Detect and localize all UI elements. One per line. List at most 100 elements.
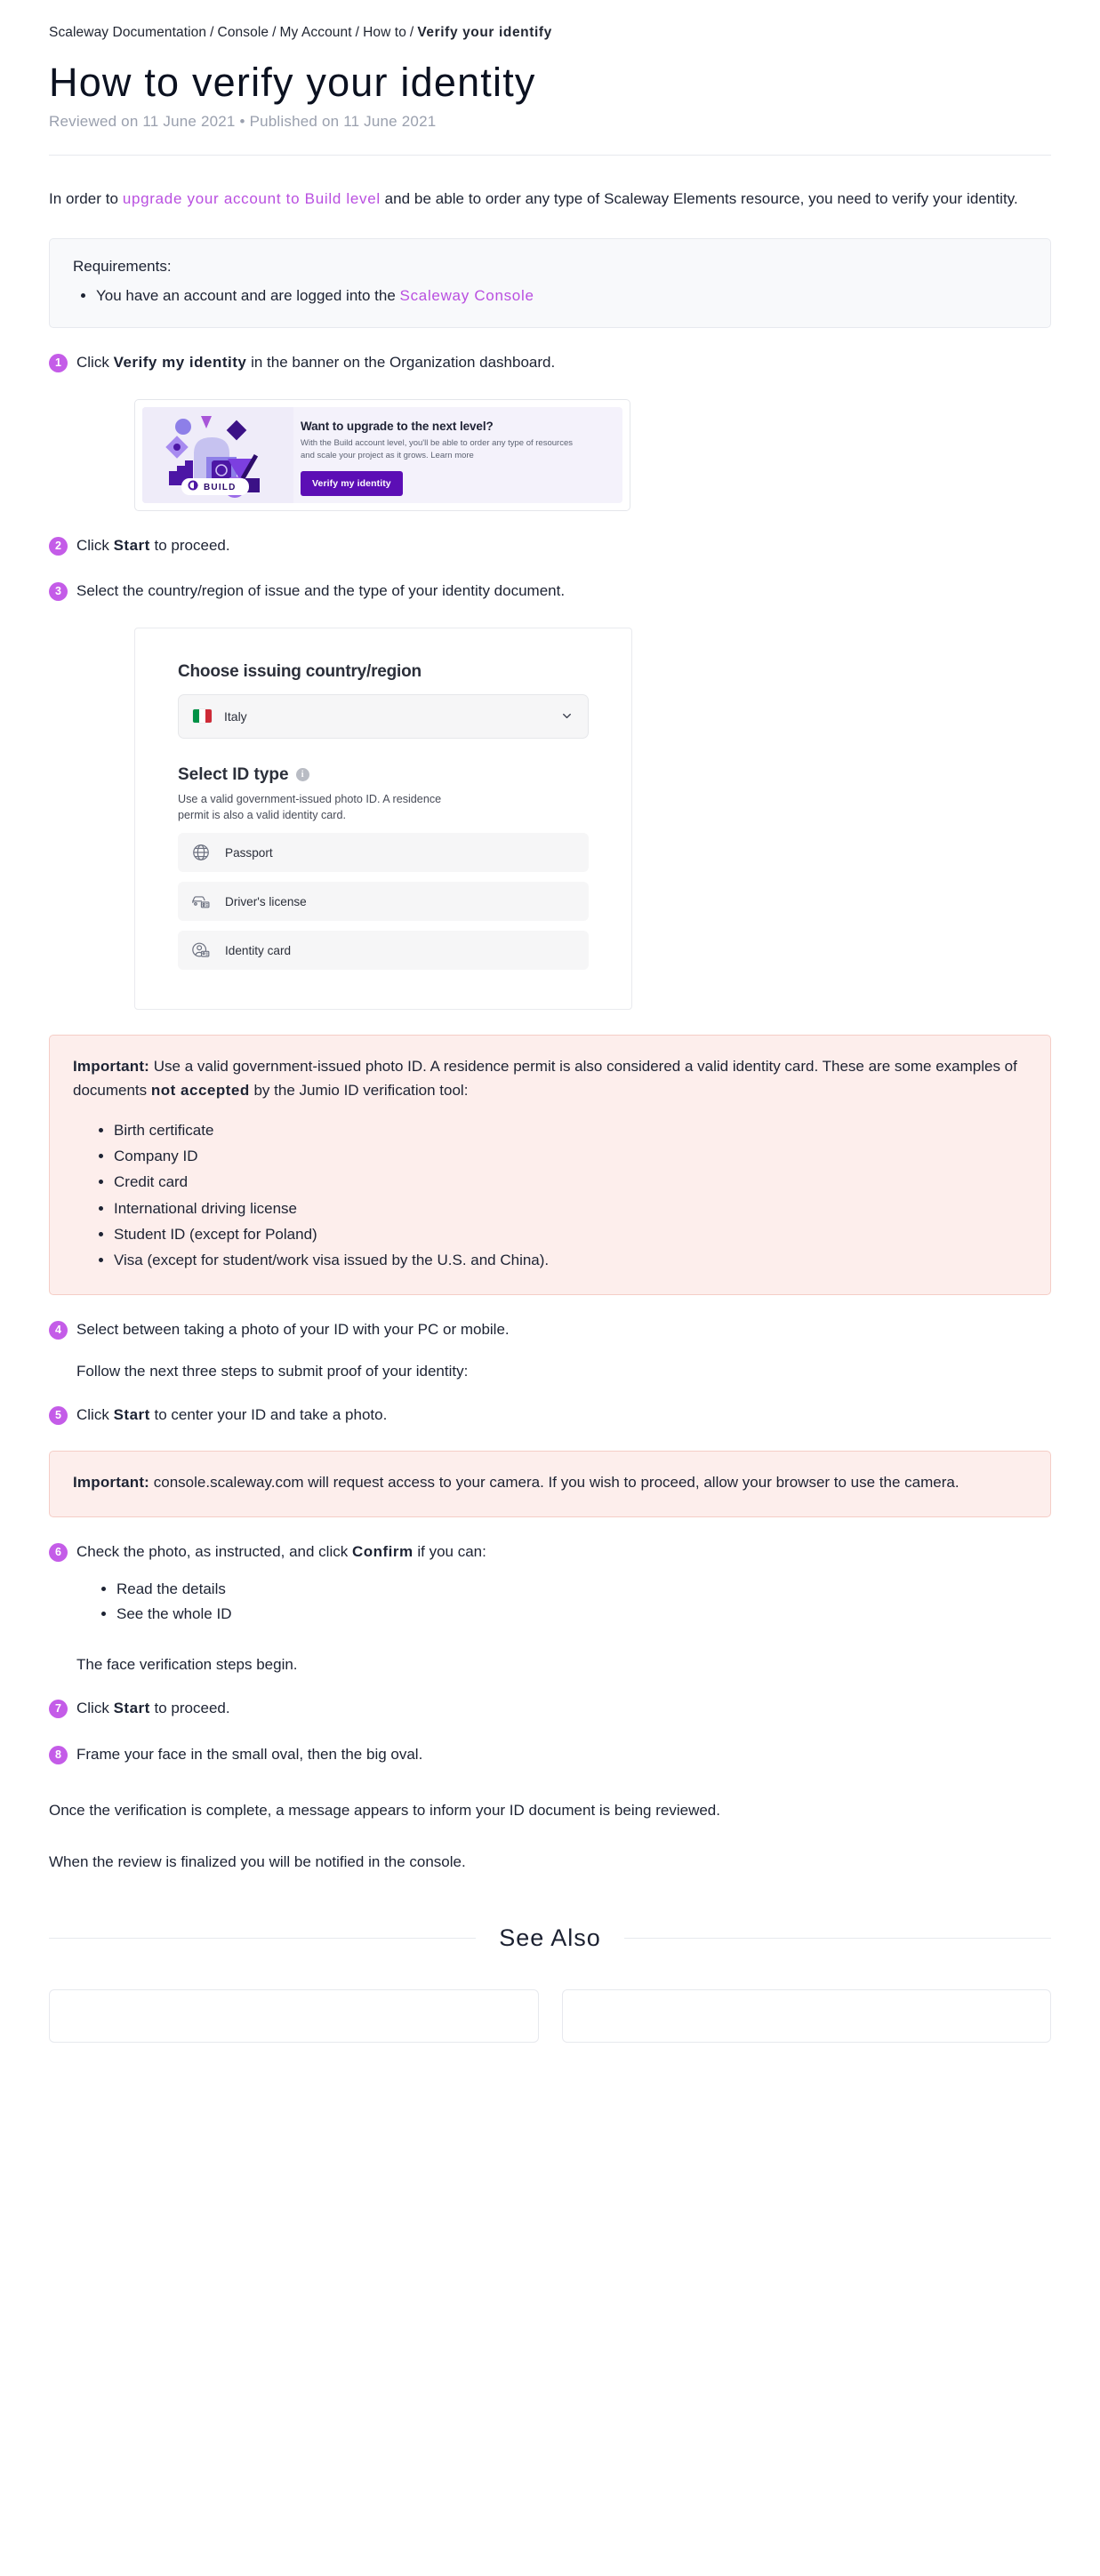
id-verification-screenshot: Choose issuing country/region Italy Sele… — [134, 627, 632, 1011]
step-1-before: Click — [76, 354, 114, 372]
step-6-text: Check the photo, as instructed, and clic… — [76, 1540, 486, 1564]
breadcrumb-item-documentation[interactable]: Scaleway Documentation — [49, 25, 206, 40]
step-7-bold: Start — [113, 1700, 150, 1717]
list-item: Birth certificate — [114, 1117, 1027, 1143]
see-also-divider-left — [49, 1938, 477, 1940]
step-3: 3 Select the country/region of issue and… — [49, 580, 1051, 603]
callout-documents-text: Important: Use a valid government-issued… — [73, 1055, 1027, 1102]
follow-steps-note: Follow the next three steps to submit pr… — [76, 1362, 469, 1380]
list-item: Credit card — [114, 1169, 1027, 1195]
breadcrumb-separator: / — [355, 25, 360, 40]
step-6-before: Check the photo, as instructed, and clic… — [76, 1542, 352, 1560]
step-5: 5 Click Start to center your ID and take… — [49, 1404, 1051, 1427]
see-also-header: See Also — [49, 1924, 1052, 1952]
breadcrumb: Scaleway Documentation / Console / My Accoun… — [49, 0, 1051, 41]
step-number-badge: 1 — [49, 354, 68, 373]
step-6-after: if you can: — [413, 1542, 486, 1560]
step-3-text: Select the country/region of issue and t… — [76, 582, 566, 600]
step-2: 2 Click Start to proceed. — [49, 534, 1051, 557]
documentation-page: Scaleway Documentation / Console / My Accoun… — [0, 0, 1100, 2576]
face-verification-note: The face verification steps begin. — [76, 1656, 298, 1674]
breadcrumb-item-my-account[interactable]: My Account — [280, 25, 352, 40]
step-7-text: Click Start to proceed. — [76, 1697, 230, 1720]
closing-paragraph-1: Once the verification is complete, a mes… — [49, 1802, 720, 1820]
italy-flag-icon — [193, 709, 212, 724]
step-number-badge: 3 — [49, 582, 68, 602]
see-also-card[interactable] — [561, 1989, 1051, 2044]
intro-text-before: In order to — [49, 190, 123, 208]
callout-label: Important: — [73, 1058, 150, 1076]
requirements-item-text: You have an account and are logged into … — [96, 286, 400, 304]
select-id-type-label: Select ID type — [178, 764, 289, 784]
id-option-label: Driver's license — [225, 894, 307, 908]
step-number-badge: 4 — [49, 1321, 68, 1340]
breadcrumb-separator: / — [210, 25, 214, 40]
step-2-text: Click Start to proceed. — [76, 534, 230, 557]
step-5-after: to center your ID and take a photo. — [149, 1405, 388, 1423]
callout-label: Important: — [73, 1474, 150, 1492]
country-select[interactable]: Italy — [178, 693, 589, 739]
page-title: How to verify your identity — [49, 60, 536, 105]
breadcrumb-item-current: Verify your identify — [417, 25, 552, 40]
step-2-before: Click — [76, 536, 114, 554]
svg-text:BUILD: BUILD — [204, 483, 237, 492]
upgrade-banner-screenshot: BUILD Want to upgrade to the next level?… — [134, 398, 630, 511]
id-option-label: Passport — [225, 845, 273, 860]
list-item: See the whole ID — [116, 1602, 1051, 1627]
breadcrumb-separator: / — [409, 25, 414, 40]
callout-camera-text: Important: console.scaleway.com will req… — [73, 1471, 1027, 1494]
requirements-item: You have an account and are logged into … — [96, 284, 1027, 308]
identity-card-icon — [192, 942, 210, 957]
step-1-after: in the banner on the Organization dashbo… — [246, 354, 556, 372]
step-number-badge: 6 — [49, 1542, 68, 1562]
requirements-title: Requirements: — [73, 257, 172, 275]
banner-inner: BUILD Want to upgrade to the next level?… — [142, 406, 622, 503]
banner-illustration: BUILD — [142, 406, 293, 503]
see-also-card[interactable] — [49, 1989, 539, 2044]
step-2-bold: Start — [113, 536, 150, 554]
callout-documents-not-accepted: Important: Use a valid government-issued… — [49, 1035, 1051, 1296]
verify-my-identity-button[interactable]: Verify my identity — [301, 471, 403, 497]
scaleway-console-link[interactable]: Scaleway Console — [400, 287, 534, 304]
page-meta-dates: Reviewed on 11 June 2021 • Published on … — [49, 113, 437, 131]
step-4-text: Select between taking a photo of your ID… — [76, 1321, 510, 1339]
step-7-before: Click — [76, 1700, 114, 1717]
breadcrumb-item-how-to[interactable]: How to — [363, 25, 406, 40]
breadcrumb-item-console[interactable]: Console — [218, 25, 269, 40]
step-2-after: to proceed. — [149, 536, 230, 554]
step-number-badge: 8 — [49, 1745, 68, 1764]
step-1: 1 Click Verify my identity in the banner… — [49, 351, 1051, 374]
requirements-list: You have an account and are logged into … — [73, 284, 1027, 308]
step-number-badge: 5 — [49, 1405, 68, 1425]
select-id-type-heading: Select ID type i — [178, 765, 589, 785]
id-option-passport[interactable]: Passport — [178, 833, 589, 873]
choose-country-heading: Choose issuing country/region — [178, 661, 422, 681]
see-also-divider-right — [623, 1938, 1052, 1940]
list-item: Student ID (except for Poland) — [114, 1221, 1027, 1247]
country-select-value: Italy — [224, 708, 247, 724]
step-number-badge: 7 — [49, 1700, 68, 1719]
step-6-bold: Confirm — [351, 1542, 414, 1560]
banner-paragraph: With the Build account level, you'll be … — [301, 437, 573, 461]
info-icon[interactable]: i — [295, 768, 309, 782]
step-number-badge: 2 — [49, 536, 68, 556]
step-1-bold: Verify my identity — [113, 354, 247, 372]
not-accepted-list: Birth certificate Company ID Credit card… — [73, 1117, 1027, 1273]
upgrade-account-link[interactable]: upgrade your account to Build level — [123, 190, 381, 207]
step-5-text: Click Start to center your ID and take a… — [76, 1404, 387, 1427]
id-option-drivers-license[interactable]: Driver's license — [178, 882, 589, 922]
id-type-description: Use a valid government-issued photo ID. … — [178, 792, 442, 821]
callout-emphasis: not accepted — [150, 1081, 250, 1099]
chevron-down-icon — [563, 714, 571, 719]
callout-text: console.scaleway.com will request access… — [149, 1474, 959, 1492]
confirm-checklist: Read the details See the whole ID — [100, 1577, 1051, 1626]
step-1-text: Click Verify my identity in the banner o… — [76, 351, 555, 374]
car-license-icon — [192, 896, 210, 908]
step-8: 8 Frame your face in the small oval, the… — [49, 1743, 1051, 1766]
see-also-cards — [49, 1989, 1051, 2044]
banner-heading: Want to upgrade to the next level? — [301, 419, 494, 433]
list-item: Visa (except for student/work visa issue… — [114, 1247, 1027, 1273]
closing-paragraph-2: When the review is finalized you will be… — [49, 1852, 466, 1870]
id-option-identity-card[interactable]: Identity card — [178, 931, 589, 971]
build-illustration-icon: BUILD — [142, 406, 293, 503]
